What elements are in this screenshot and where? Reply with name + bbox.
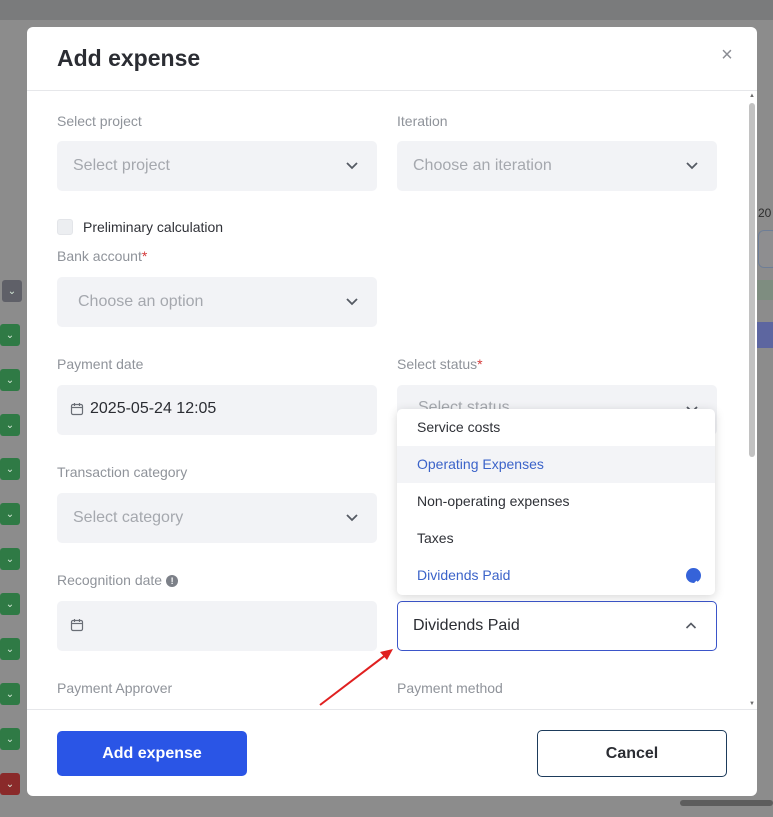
background-chip: ⌄ xyxy=(0,458,20,480)
cancel-button[interactable]: Cancel xyxy=(537,730,727,777)
recognition-date-field[interactable] xyxy=(57,601,377,651)
background-chip: ⌄ xyxy=(0,728,20,750)
dropdown-option[interactable]: Taxes xyxy=(397,520,715,557)
background-chip: ⌄ xyxy=(0,593,20,615)
background-chip: ⌄ xyxy=(0,324,20,346)
preliminary-calculation-row[interactable]: Preliminary calculation xyxy=(57,219,223,235)
background-status-column: ⌄ ⌄ ⌄ ⌄ ⌄ ⌄ ⌄ ⌄ ⌄ ⌄ ⌄ ⌄ xyxy=(0,270,28,817)
background-control xyxy=(758,230,773,268)
modal-body[interactable]: Select project Select project Iteration … xyxy=(27,91,757,709)
scrollbar-thumb[interactable] xyxy=(749,103,755,457)
payment-date-field[interactable]: 2025-05-24 12:05 xyxy=(57,385,377,435)
background-row xyxy=(757,280,773,300)
transaction-category-placeholder: Select category xyxy=(73,509,184,526)
payment-date-label: Payment date xyxy=(57,356,144,372)
modal-header: Add expense × xyxy=(27,27,757,91)
dropdown-option-selected[interactable]: Dividends Paid xyxy=(397,557,715,594)
project-placeholder: Select project xyxy=(73,157,170,174)
preliminary-calculation-checkbox[interactable] xyxy=(57,219,73,235)
annotation-arrow xyxy=(319,649,393,706)
bank-account-label-text: Bank account xyxy=(57,248,142,264)
scroll-down-icon[interactable]: ▼ xyxy=(749,701,755,707)
preliminary-calculation-label: Preliminary calculation xyxy=(83,219,224,235)
dropdown-option-label: Dividends Paid xyxy=(417,567,511,583)
category-dropdown-list: Service costs Operating Expenses Non-ope… xyxy=(397,409,715,595)
background-chip: ⌄ xyxy=(2,280,22,302)
dropdown-option[interactable]: Non-operating expenses xyxy=(397,483,715,520)
background-chip: ⌄ xyxy=(0,548,20,570)
close-icon[interactable]: × xyxy=(719,45,735,65)
payment-date-value: 2025-05-24 12:05 xyxy=(90,400,217,417)
transaction-category-label: Transaction category xyxy=(57,464,188,480)
calendar-icon xyxy=(70,618,84,632)
status-label: Select status* xyxy=(397,356,483,372)
chevron-down-icon xyxy=(345,294,359,308)
status-label-text: Select status xyxy=(397,356,478,372)
background-row xyxy=(757,322,773,348)
category-select-open[interactable]: Dividends Paid xyxy=(397,601,717,651)
background-chip: ⌄ xyxy=(0,503,20,525)
chevron-down-icon xyxy=(685,158,699,172)
bank-account-label: Bank account* xyxy=(57,248,147,264)
background-chip: ⌄ xyxy=(0,683,20,705)
dropdown-option[interactable]: Operating Expenses xyxy=(397,446,715,483)
check-circle-icon xyxy=(686,568,701,588)
modal-title: Add expense xyxy=(57,45,201,71)
bank-account-select[interactable]: Choose an option xyxy=(57,277,377,327)
category-select-value: Dividends Paid xyxy=(413,617,520,634)
background-chip: ⌄ xyxy=(0,638,20,660)
calendar-icon xyxy=(70,402,84,416)
required-marker: * xyxy=(141,248,148,264)
modal-scrollbar[interactable]: ▲ ▼ xyxy=(747,91,757,709)
bank-account-placeholder: Choose an option xyxy=(78,293,204,310)
project-select[interactable]: Select project xyxy=(57,141,377,191)
background-year-text: 20 xyxy=(758,206,772,220)
background-chip: ⌄ xyxy=(0,369,20,391)
iteration-label: Iteration xyxy=(397,113,448,129)
scroll-up-icon[interactable]: ▲ xyxy=(749,93,755,99)
modal-footer: Add expense Cancel xyxy=(27,709,757,796)
iteration-select[interactable]: Choose an iteration xyxy=(397,141,717,191)
background-top-bar xyxy=(0,0,773,20)
chevron-down-icon xyxy=(345,158,359,172)
transaction-category-select[interactable]: Select category xyxy=(57,493,377,543)
recognition-date-label: Recognition date! xyxy=(57,572,179,588)
iteration-placeholder: Choose an iteration xyxy=(413,157,552,174)
chevron-up-icon xyxy=(684,619,698,633)
background-right-panel: 20 xyxy=(757,200,773,817)
payment-method-label: Payment method xyxy=(397,680,503,696)
background-chip: ⌄ xyxy=(0,414,20,436)
add-expense-modal: Add expense × Select project Select proj… xyxy=(27,27,757,796)
background-chip: ⌄ xyxy=(0,773,20,795)
info-icon[interactable]: ! xyxy=(166,575,179,588)
project-label: Select project xyxy=(57,113,142,129)
recognition-date-label-text: Recognition date xyxy=(57,572,163,588)
add-expense-button[interactable]: Add expense xyxy=(57,731,247,776)
payment-approver-label: Payment Approver xyxy=(57,680,173,696)
chevron-down-icon xyxy=(345,510,359,524)
required-marker: * xyxy=(477,356,483,372)
dropdown-option[interactable]: Service costs xyxy=(397,409,715,446)
background-horizontal-scrollbar xyxy=(680,800,773,806)
